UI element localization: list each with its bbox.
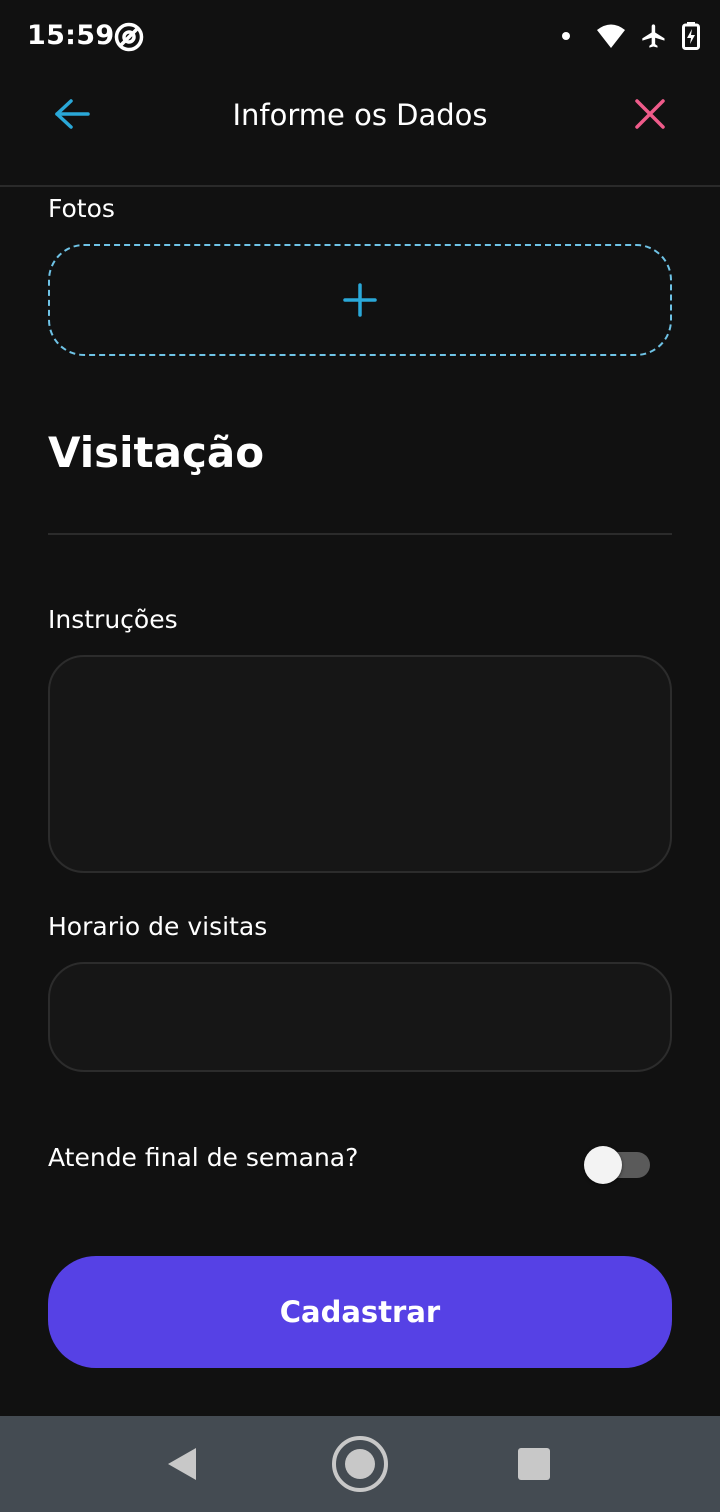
nav-back-icon[interactable] <box>164 1446 200 1482</box>
notification-dot-icon <box>562 32 570 40</box>
status-time: 15:59 <box>27 20 115 51</box>
nav-home-icon[interactable] <box>330 1434 390 1494</box>
visit-hours-field-container <box>48 962 672 1072</box>
weekend-toggle[interactable] <box>584 1146 652 1184</box>
visit-hours-field[interactable] <box>50 964 670 1070</box>
instructions-field-container <box>48 655 672 873</box>
toggle-thumb <box>584 1146 622 1184</box>
system-nav-bar <box>0 1416 720 1512</box>
page-title: Informe os Dados <box>232 98 488 132</box>
at-sign-icon <box>114 22 144 52</box>
submit-button[interactable]: Cadastrar <box>48 1256 672 1368</box>
wifi-icon <box>597 24 625 48</box>
airplane-icon <box>642 24 665 48</box>
status-bar: 15:59 <box>0 0 720 72</box>
instructions-label: Instruções <box>48 605 178 634</box>
battery-charging-icon <box>682 22 700 50</box>
weekend-label: Atende final de semana? <box>48 1143 359 1172</box>
status-icons <box>562 20 700 52</box>
add-photo-button[interactable] <box>48 244 672 356</box>
instructions-field[interactable] <box>50 657 670 871</box>
nav-recents-icon[interactable] <box>518 1448 550 1480</box>
close-icon <box>635 99 665 129</box>
divider <box>48 533 672 535</box>
photos-label: Fotos <box>48 194 115 223</box>
visit-hours-label: Horario de visitas <box>48 912 268 941</box>
close-button[interactable] <box>628 92 672 136</box>
section-title: Visitação <box>48 428 265 477</box>
plus-icon <box>343 283 377 317</box>
app-bar: Informe os Dados <box>0 72 720 187</box>
